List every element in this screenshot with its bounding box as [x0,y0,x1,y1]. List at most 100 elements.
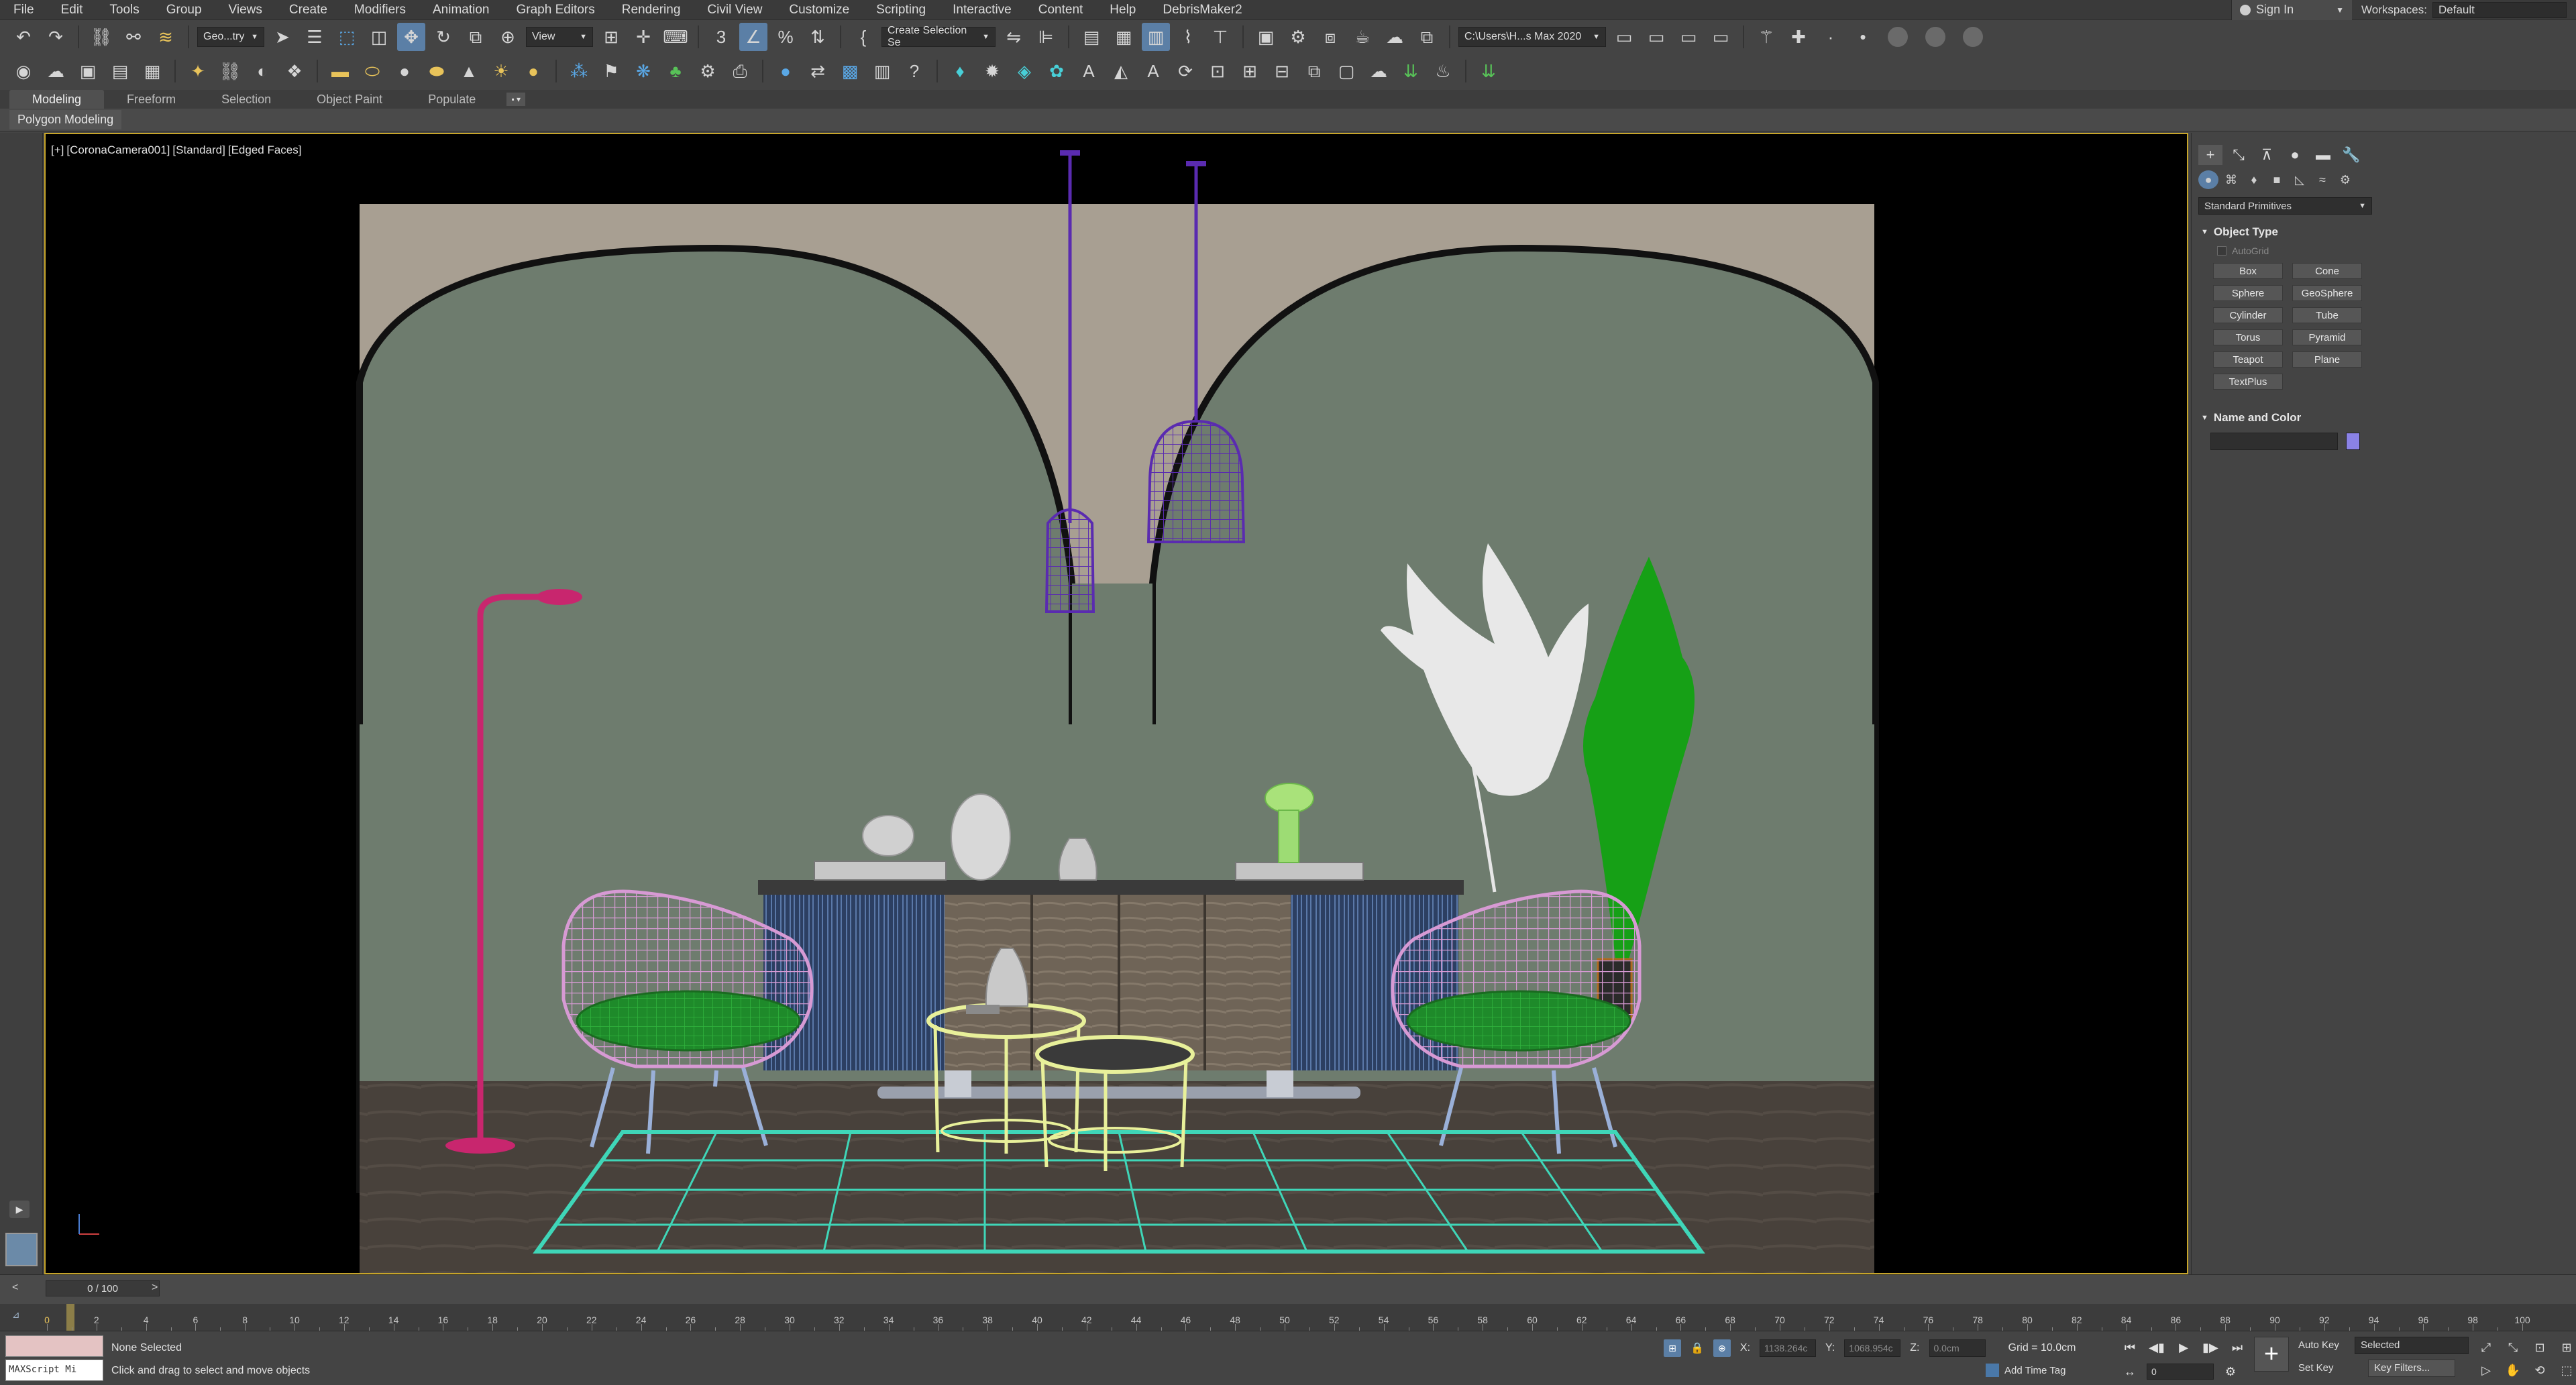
systems-category[interactable]: ⚙ [2335,170,2355,189]
set-key-button[interactable]: Set Key [2298,1362,2334,1374]
key-mode-toggle[interactable]: ↔ [2120,1362,2140,1381]
geometry-category[interactable]: ● [2198,170,2218,189]
volume-button[interactable]: ❋ [629,57,657,85]
render-in-cloud-button[interactable]: ☁ [1381,23,1409,51]
schematic-view-button[interactable]: ⊤ [1206,23,1234,51]
track-bar[interactable]: ⊿ 0 2 4 6 8 10 12 14 16 18 20 22 24 26 28 30 32 34 36 38 40 4… [0,1304,2576,1331]
next-frame-button[interactable]: ▮▶ [2200,1338,2220,1357]
menu-edit[interactable]: Edit [48,3,97,17]
box-button[interactable]: Box [2213,263,2283,279]
modify-tab[interactable]: ⤡ [2226,145,2251,165]
menu-rendering[interactable]: Rendering [608,3,694,17]
percent-snap-button[interactable]: % [771,23,800,51]
corona-sphere-button[interactable]: ● [519,57,547,85]
save-project-button[interactable]: ▭ [1642,23,1670,51]
space-warps-category[interactable]: ≈ [2312,170,2332,189]
menu-customize[interactable]: Customize [775,3,863,17]
select-object-button[interactable]: ➤ [268,23,297,51]
viewport-camera-menu[interactable]: [CoronaCamera001] [66,144,170,156]
menu-civil-view[interactable]: Civil View [694,3,775,17]
corona-tool-1[interactable]: ◉ [9,57,38,85]
menu-scripting[interactable]: Scripting [863,3,939,17]
project-folder-button[interactable]: ▭ [1707,23,1735,51]
object-type-header[interactable]: ▼ Object Type [2198,221,2372,243]
workspaces-dropdown[interactable]: Default [2432,1,2567,18]
mirror-button[interactable]: ⇋ [1000,23,1028,51]
lock-selection-icon[interactable]: 🔒 [1690,1341,1704,1355]
frame-button[interactable]: ⊟ [1268,57,1296,85]
viewport-display-menu[interactable]: [Edged Faces] [228,144,302,156]
extra-tool-1[interactable]: ⚚ [1752,23,1780,51]
sphere-button[interactable]: Sphere [2213,285,2283,301]
z-coordinate-field[interactable]: 0.0cm [1929,1339,1986,1357]
auto-key-button[interactable]: Auto Key [2298,1339,2339,1351]
add-time-tag[interactable]: Add Time Tag [1986,1364,2065,1377]
proxy-button[interactable]: ⚑ [597,57,625,85]
motion-tab[interactable]: ● [2283,145,2307,165]
scene-explorer-button[interactable]: ▤ [1077,23,1106,51]
named-selection-set-dropdown[interactable]: Create Selection Se ▼ [881,25,996,48]
field-of-view-button[interactable]: ▷ [2475,1361,2497,1380]
corona-cone-light-button[interactable]: ▲ [455,57,483,85]
object-color-swatch[interactable] [2345,433,2360,450]
primitive-type-dropdown[interactable]: Standard Primitives ▼ [2198,197,2372,215]
autogrid-checkbox[interactable] [2217,246,2226,256]
selection-filter-dropdown[interactable]: Geo...try ▼ [197,27,264,47]
project-settings-button[interactable]: ▭ [1674,23,1703,51]
play-button[interactable]: ▶ [2174,1338,2194,1357]
orbit-button[interactable]: ⟲ [2529,1361,2551,1380]
cloud-tool-button[interactable]: ☁ [1364,57,1393,85]
menu-modifiers[interactable]: Modifiers [341,3,419,17]
current-frame-field[interactable]: 0 [2147,1364,2214,1380]
light-lister-button[interactable]: ♦ [946,57,974,85]
refresh-tool-button[interactable]: ⟳ [1171,57,1199,85]
lights-category[interactable]: ♦ [2244,170,2264,189]
cone-button[interactable]: Cone [2292,263,2362,279]
circle-icon[interactable] [1925,27,1945,47]
select-and-place-button[interactable]: ⊕ [494,23,522,51]
corona-disk-light-button[interactable]: ● [390,57,419,85]
menu-interactive[interactable]: Interactive [939,3,1025,17]
grid-snap-button[interactable]: ⊞ [1236,57,1264,85]
curve-editor-button[interactable]: ⌇ [1174,23,1202,51]
edit-named-selection-button[interactable]: { [849,23,877,51]
menu-create[interactable]: Create [276,3,341,17]
absolute-mode-icon[interactable]: ⊕ [1713,1339,1731,1357]
help-button[interactable]: ? [900,57,928,85]
select-and-scale-button[interactable]: ⧉ [462,23,490,51]
key-filter-icon[interactable]: ⊿ [12,1309,32,1325]
zoom-region-button[interactable]: ⊡ [1203,57,1232,85]
viewport-label[interactable]: [+] [CoronaCamera001] [Standard] [Edged Fac… [51,144,304,157]
corona-tool-5[interactable]: ▦ [138,57,166,85]
zoom-button[interactable]: ⤢ [2475,1338,2497,1357]
time-slider-next-icon[interactable]: > [152,1282,158,1294]
menu-animation[interactable]: Animation [419,3,503,17]
camera-button[interactable]: ⎙ [726,57,754,85]
helpers-category[interactable]: ◺ [2290,170,2310,189]
corona-sphere-light-button[interactable]: ⬭ [358,57,386,85]
expand-more-button[interactable]: ⇊ [1474,57,1503,85]
utilities-tab[interactable]: 🔧 [2339,145,2363,165]
geosphere-button[interactable]: GeoSphere [2292,285,2362,301]
key-filters-button[interactable]: Key Filters... [2368,1360,2455,1377]
shape-tool-button[interactable]: ◭ [1107,57,1135,85]
box-tool-button[interactable]: ▢ [1332,57,1360,85]
tab-populate[interactable]: Populate [405,90,498,109]
corona-tool-7[interactable]: ⛓ [216,57,244,85]
pan-button[interactable]: ✋ [2502,1361,2524,1380]
corona-tool-9[interactable]: ❖ [280,57,309,85]
circle-icon[interactable] [1888,27,1908,47]
toggle-ribbon-button[interactable]: ▥ [1142,23,1170,51]
extra-tool-2[interactable]: ✚ [1784,23,1813,51]
go-to-end-button[interactable]: ⏭ [2227,1338,2247,1357]
font-tool-button[interactable]: A [1139,57,1167,85]
render-setup-button[interactable]: ⚙ [1284,23,1312,51]
align-button[interactable]: ⊫ [1032,23,1060,51]
viewport-shading-menu[interactable]: [Standard] [172,144,225,156]
select-and-move-button[interactable]: ✥ [397,23,425,51]
polygon-modeling-panel[interactable]: Polygon Modeling [9,110,122,129]
redo-button[interactable]: ↷ [42,23,70,51]
tab-selection[interactable]: Selection [199,90,294,109]
time-configuration-button[interactable]: ⚙ [2220,1362,2241,1381]
pyramid-button[interactable]: Pyramid [2292,329,2362,345]
